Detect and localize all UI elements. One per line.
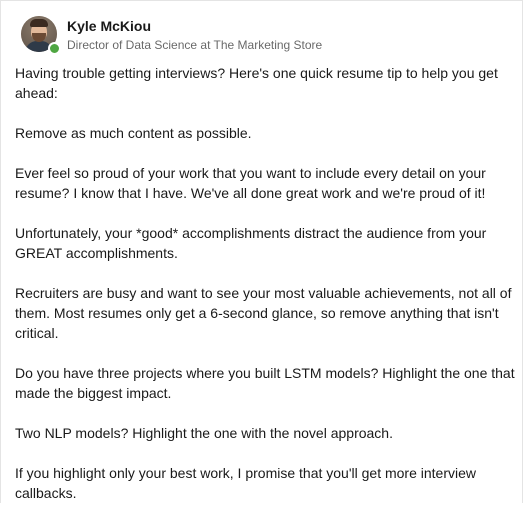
author-name[interactable]: Kyle McKiou <box>67 17 151 35</box>
post-paragraph: Do you have three projects where you bui… <box>15 365 515 401</box>
online-status-icon <box>48 42 61 55</box>
post-paragraph: Two NLP models? Highlight the one with t… <box>15 425 393 441</box>
post-paragraph: Unfortunately, your *good* accomplishmen… <box>15 225 487 261</box>
post-paragraph: If you highlight only your best work, I … <box>15 465 476 501</box>
post-card: Kyle McKiou Director of Data Science at … <box>0 0 523 503</box>
post-paragraph: Recruiters are busy and want to see your… <box>15 285 512 341</box>
avatar-hair <box>30 19 48 27</box>
author-headline: Director of Data Science at The Marketin… <box>67 38 323 52</box>
post-paragraph: Having trouble getting interviews? Here'… <box>15 65 498 101</box>
post-paragraph: Ever feel so proud of your work that you… <box>15 165 486 201</box>
post-paragraph: Remove as much content as possible. <box>15 125 252 141</box>
post-header: Kyle McKiou Director of Data Science at … <box>21 16 501 56</box>
post-body: Having trouble getting interviews? Here'… <box>15 63 515 523</box>
